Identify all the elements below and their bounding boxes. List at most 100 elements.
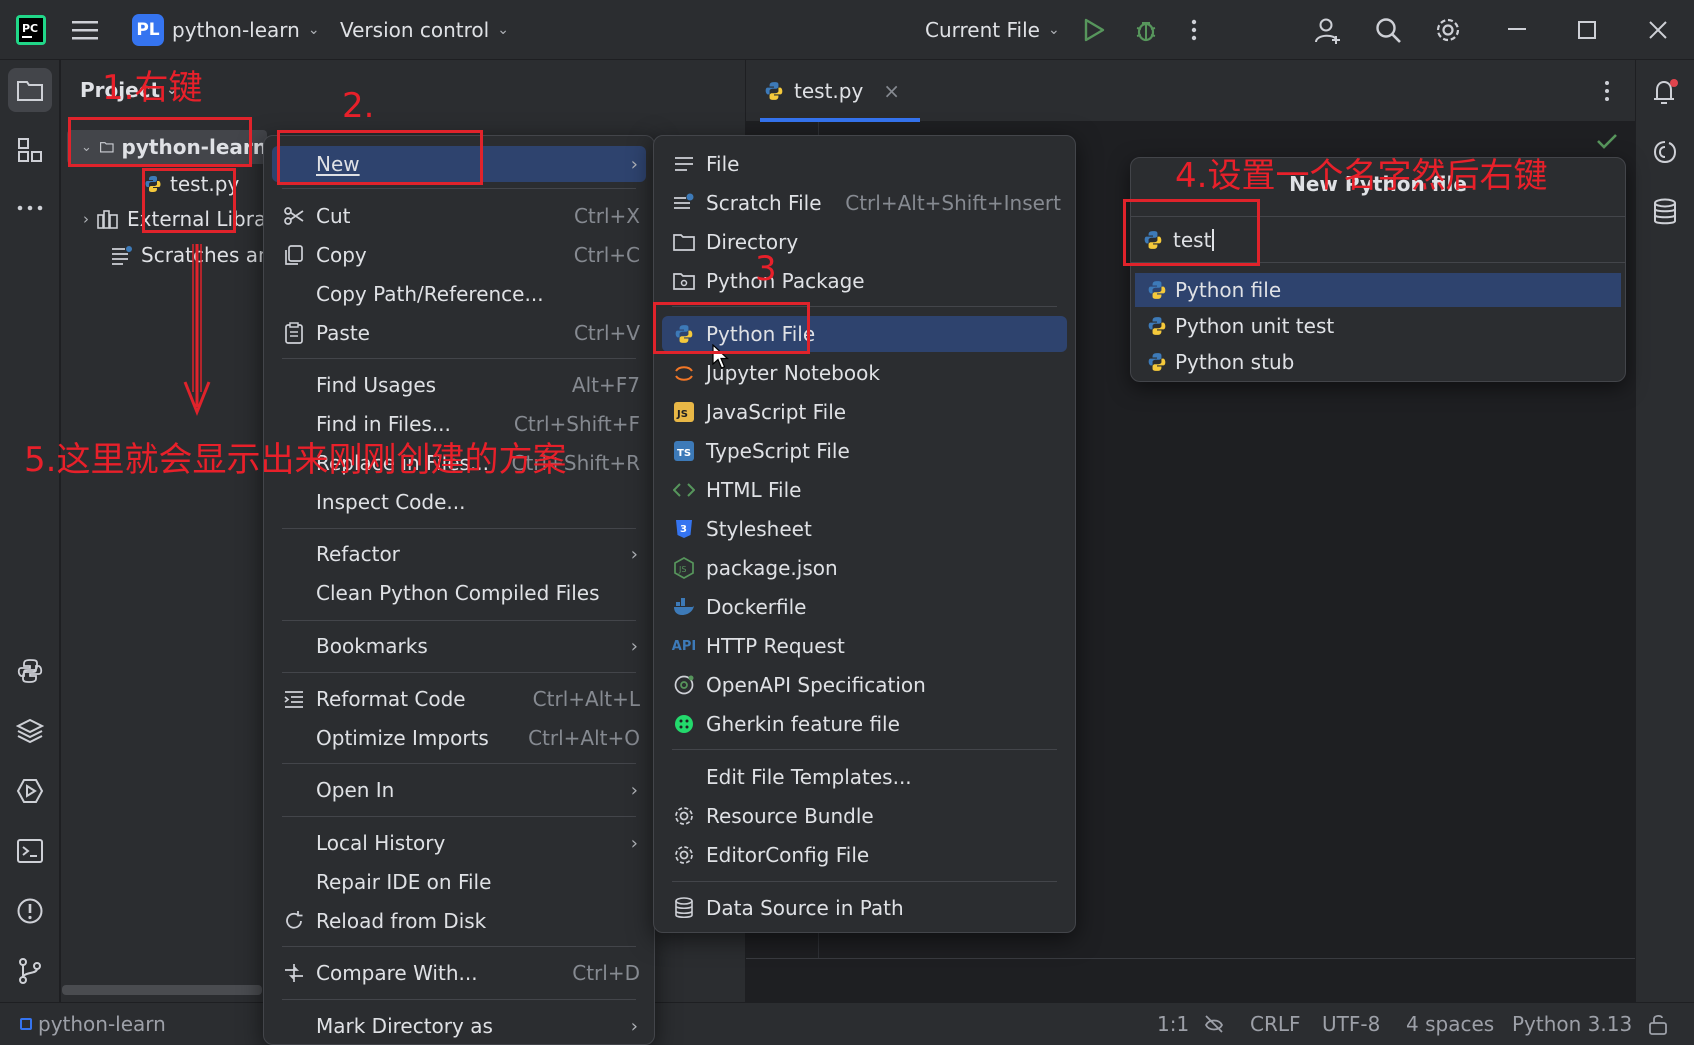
status-encoding[interactable]: UTF-8 — [1322, 1003, 1380, 1045]
new-item-resource-bundle[interactable]: Resource Bundle — [662, 798, 1067, 834]
close-tab-icon[interactable]: × — [883, 79, 900, 103]
menu-item-open-in[interactable]: Open In › — [272, 772, 646, 808]
new-item-gherkin[interactable]: Gherkin feature file — [662, 706, 1067, 742]
add-user-icon[interactable] — [1314, 0, 1342, 60]
services-icon[interactable] — [8, 769, 52, 813]
svg-text:JS: JS — [678, 565, 686, 574]
horizontal-scrollbar[interactable] — [62, 985, 262, 995]
python-console-icon[interactable] — [8, 649, 52, 693]
notifications-icon[interactable] — [1643, 70, 1687, 114]
new-item-html-file[interactable]: HTML File — [662, 472, 1067, 508]
tab-test-py[interactable]: test.py × — [764, 60, 900, 122]
problems-icon[interactable] — [8, 889, 52, 933]
maximize-icon[interactable] — [1578, 0, 1596, 60]
status-indent[interactable]: 4 spaces — [1406, 1003, 1494, 1045]
menu-item-reload-from-disk[interactable]: Reload from Disk — [272, 903, 646, 939]
run-icon[interactable] — [1083, 0, 1105, 60]
svg-text:PC: PC — [22, 22, 38, 35]
search-icon[interactable] — [1374, 0, 1402, 60]
main-menu-icon[interactable] — [72, 0, 100, 60]
new-item-python-package[interactable]: Python Package — [662, 263, 1067, 299]
status-position[interactable]: 1:1 — [1157, 1003, 1189, 1045]
project-tool-icon[interactable] — [8, 68, 52, 112]
menu-item-local-history[interactable]: Local History › — [272, 825, 646, 861]
menu-item-bookmarks[interactable]: Bookmarks › — [272, 628, 646, 664]
option-label: Python unit test — [1175, 314, 1335, 338]
new-item-package-json[interactable]: JS package.json — [662, 550, 1067, 586]
pycharm-logo-icon[interactable]: PC — [16, 0, 46, 60]
gear-icon — [672, 804, 696, 828]
gear-icon[interactable] — [1434, 0, 1462, 60]
minimize-icon[interactable] — [1508, 0, 1526, 60]
new-item-file[interactable]: File — [662, 146, 1067, 182]
menu-item-find-usages[interactable]: Find Usages Alt+F7 — [272, 367, 646, 403]
chevron-right-icon[interactable]: › — [83, 210, 89, 228]
new-item-openapi[interactable]: OpenAPI Specification — [662, 667, 1067, 703]
git-icon[interactable] — [8, 949, 52, 993]
status-readonly-icon[interactable] — [1203, 1003, 1225, 1045]
status-line-separator[interactable]: CRLF — [1250, 1003, 1301, 1045]
menu-item-reformat-code[interactable]: Reformat Code Ctrl+Alt+L — [272, 681, 646, 717]
new-item-javascript-file[interactable]: JS JavaScript File — [662, 394, 1067, 430]
copy-icon — [282, 243, 306, 267]
annotation-box-python-file — [653, 302, 810, 354]
menu-separator — [282, 946, 636, 947]
run-config-selector[interactable]: Current File ⌄ — [925, 0, 1060, 60]
template-option-unit-test[interactable]: Python unit test — [1135, 309, 1621, 343]
menu-item-refactor[interactable]: Refactor › — [272, 536, 646, 572]
library-icon — [97, 210, 118, 229]
status-project[interactable]: python-learn — [20, 1003, 166, 1045]
menu-separator — [672, 749, 1057, 750]
layers-icon[interactable] — [8, 709, 52, 753]
new-item-editorconfig[interactable]: EditorConfig File — [662, 837, 1067, 873]
annotation-step3: 3 — [755, 249, 777, 289]
menu-item-clean-compiled[interactable]: Clean Python Compiled Files — [272, 575, 646, 611]
close-icon[interactable] — [1648, 0, 1668, 60]
menu-item-cut[interactable]: Cut Ctrl+X — [272, 198, 646, 234]
new-item-edit-templates[interactable]: Edit File Templates... — [662, 759, 1067, 795]
left-tool-stripe — [0, 60, 60, 1002]
debug-icon[interactable] — [1133, 0, 1159, 60]
annotation-box-name-input — [1123, 199, 1260, 266]
inspection-ok-icon[interactable] — [1596, 132, 1618, 150]
annotation-box-test-file — [142, 168, 236, 233]
menu-item-repair-ide[interactable]: Repair IDE on File — [272, 864, 646, 900]
terminal-icon[interactable] — [8, 829, 52, 873]
new-item-dockerfile[interactable]: Dockerfile — [662, 589, 1067, 625]
template-option-python-file[interactable]: Python file — [1135, 273, 1621, 307]
menu-item-label: Find Usages — [316, 373, 437, 397]
project-switcher[interactable]: PL python-learn ⌄ — [132, 0, 320, 60]
new-item-typescript-file[interactable]: TS TypeScript File — [662, 433, 1067, 469]
menu-item-compare-with[interactable]: Compare With... Ctrl+D — [272, 955, 646, 991]
new-item-scratch-file[interactable]: Scratch File Ctrl+Alt+Shift+Insert — [662, 185, 1067, 221]
new-item-stylesheet[interactable]: 3 Stylesheet — [662, 511, 1067, 547]
structure-tool-icon[interactable] — [8, 128, 52, 172]
tab-options-icon[interactable] — [1604, 80, 1610, 102]
lock-icon[interactable] — [1648, 1003, 1668, 1045]
annotation-step4: 4.设置一个名字然后右键 — [1175, 156, 1548, 196]
database-icon[interactable] — [1643, 190, 1687, 234]
template-option-stub[interactable]: Python stub — [1135, 345, 1621, 379]
editor-divider — [746, 958, 1635, 959]
new-item-directory[interactable]: Directory — [662, 224, 1067, 260]
cucumber-icon — [672, 712, 696, 736]
new-item-http-request[interactable]: API HTTP Request — [662, 628, 1067, 664]
package-folder-icon — [672, 269, 696, 293]
ai-assistant-icon[interactable] — [1643, 130, 1687, 174]
more-tools-icon[interactable] — [8, 186, 52, 230]
menu-item-label: Bookmarks — [316, 634, 428, 658]
menu-item-inspect-code[interactable]: Inspect Code... — [272, 484, 646, 520]
new-item-data-source[interactable]: Data Source in Path — [662, 890, 1067, 926]
menu-item-label: JavaScript File — [706, 400, 847, 424]
menu-item-label: Python Package — [706, 269, 865, 293]
menu-item-mark-directory[interactable]: Mark Directory as › — [272, 1008, 646, 1044]
menu-item-paste[interactable]: Paste Ctrl+V — [272, 315, 646, 351]
status-interpreter[interactable]: Python 3.13 — [1512, 1003, 1632, 1045]
menu-item-copy[interactable]: Copy Ctrl+C — [272, 237, 646, 273]
more-actions-icon[interactable] — [1190, 0, 1198, 60]
menu-item-copy-path[interactable]: Copy Path/Reference... — [272, 276, 646, 312]
menu-item-label: Optimize Imports — [316, 726, 489, 750]
vcs-menu[interactable]: Version control ⌄ — [340, 0, 509, 60]
menu-separator — [282, 816, 636, 817]
menu-item-optimize-imports[interactable]: Optimize Imports Ctrl+Alt+O — [272, 720, 646, 756]
